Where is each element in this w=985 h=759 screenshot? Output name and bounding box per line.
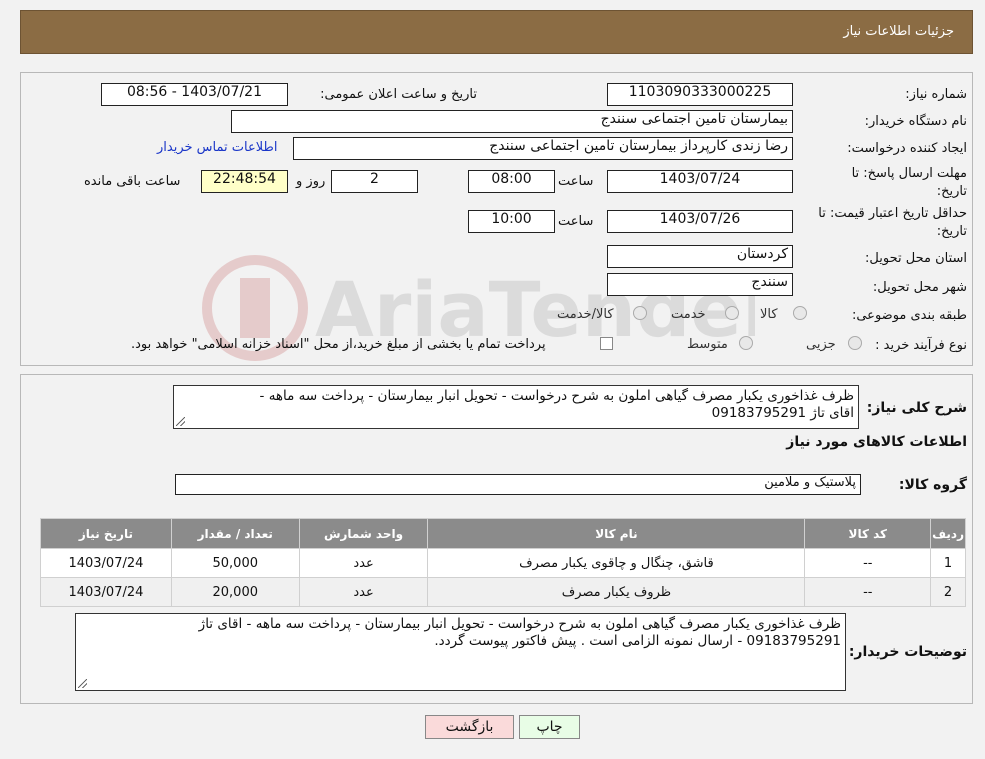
- column-header-need-date: تاریخ نیاز: [40, 518, 172, 549]
- goods-group-label: گروه کالا:: [898, 477, 967, 493]
- page-header: جزئیات اطلاعات نیاز: [20, 10, 973, 54]
- process-radio-medium[interactable]: [739, 336, 753, 350]
- creator-label: ایجاد کننده درخواست:: [847, 141, 967, 156]
- back-button[interactable]: بازگشت: [425, 715, 514, 739]
- process-option-partial: جزیی: [806, 337, 836, 352]
- days-word: روز و: [296, 174, 326, 189]
- process-type-label: نوع فرآیند خرید :: [875, 338, 967, 353]
- need-number-field: 1103090333000225: [607, 83, 793, 106]
- buyer-org-field: بیمارستان تامین اجتماعی سنندج: [231, 110, 793, 133]
- remaining-time-field: 22:48:54: [201, 170, 288, 193]
- deadline-label: مهلت ارسال پاسخ: تا: [851, 166, 967, 181]
- cell-need-date: 1403/07/24: [40, 577, 172, 607]
- page-title: جزئیات اطلاعات نیاز: [843, 24, 954, 39]
- buyer-notes-label: توضیحات خریدار:: [848, 644, 967, 660]
- buyer-org-label: نام دستگاه خریدار:: [864, 114, 967, 129]
- cell-row-number: 1: [930, 548, 966, 578]
- goods-table: ردیف کد کالا نام کالا واحد شمارش تعداد /…: [40, 518, 966, 607]
- column-header-item-code: کد کالا: [804, 518, 932, 549]
- validity-time-word: ساعت: [558, 214, 594, 229]
- need-description-line-2: اقای تاژ 09183795291: [711, 405, 854, 421]
- buyer-notes-line-2: 09183795291 - ارسال نمونه الزامی است . پ…: [434, 633, 841, 649]
- cell-quantity: 50,000: [170, 548, 300, 578]
- creator-field: رضا زندی کارپرداز بیمارستان تامین اجتماع…: [293, 137, 793, 160]
- process-option-medium: متوسط: [687, 337, 728, 352]
- table-header-row: ردیف کد کالا نام کالا واحد شمارش تعداد /…: [40, 518, 966, 549]
- need-description-line-1: ظرف غذاخوری یکبار مصرف گیاهی املون به شر…: [259, 388, 854, 404]
- cell-quantity: 20,000: [170, 577, 300, 607]
- cell-need-date: 1403/07/24: [40, 548, 172, 578]
- validity-date-field: 1403/07/26: [607, 210, 793, 233]
- need-number-label: شماره نیاز:: [905, 87, 967, 102]
- process-radio-partial[interactable]: [848, 336, 862, 350]
- category-radio-goods-service[interactable]: [633, 306, 647, 320]
- cell-unit: عدد: [298, 548, 429, 578]
- column-header-row-number: ردیف: [930, 518, 966, 549]
- cell-item-code: --: [804, 577, 932, 607]
- buyer-notes-line-1: ظرف غذاخوری یکبار مصرف گیاهی املون به شر…: [198, 616, 841, 632]
- description-resize-handle[interactable]: [176, 417, 185, 426]
- announce-datetime-label: تاریخ و ساعت اعلان عمومی:: [320, 87, 477, 102]
- buyer-notes-field: ظرف غذاخوری یکبار مصرف گیاهی املون به شر…: [75, 613, 846, 691]
- category-option-service: خدمت: [671, 307, 706, 322]
- column-header-item-name: نام کالا: [427, 518, 806, 549]
- column-header-unit: واحد شمارش: [298, 518, 429, 549]
- cell-row-number: 2: [930, 577, 966, 607]
- category-option-goods-service: کالا/خدمت: [557, 307, 614, 322]
- city-label: شهر محل تحویل:: [872, 280, 967, 295]
- days-remaining-field: 2: [331, 170, 418, 193]
- cell-item-name: قاشق، چنگال و چاقوی یکبار مصرف: [427, 548, 806, 578]
- cell-item-code: --: [804, 548, 932, 578]
- category-radio-goods[interactable]: [793, 306, 807, 320]
- deadline-time-field: 08:00: [468, 170, 555, 193]
- print-button[interactable]: چاپ: [519, 715, 580, 739]
- deadline-date-field: 1403/07/24: [607, 170, 793, 193]
- table-row: 2 -- ظروف یکبار مصرف عدد 20,000 1403/07/…: [40, 577, 966, 607]
- deadline-label-date: تاریخ:: [936, 184, 967, 199]
- cell-unit: عدد: [298, 577, 429, 607]
- validity-label: حداقل تاریخ اعتبار قیمت: تا: [818, 206, 967, 221]
- category-option-goods: کالا: [760, 307, 778, 322]
- remaining-time-word: ساعت باقی مانده: [84, 174, 181, 189]
- validity-label-date: تاریخ:: [936, 224, 967, 239]
- goods-info-title: اطلاعات کالاهای مورد نیاز: [786, 434, 967, 450]
- announce-datetime-field: 1403/07/21 - 08:56: [101, 83, 288, 106]
- treasury-payment-checkbox[interactable]: [600, 337, 613, 350]
- cell-item-name: ظروف یکبار مصرف: [427, 577, 806, 607]
- validity-time-field: 10:00: [468, 210, 555, 233]
- need-description-field: ظرف غذاخوری یکبار مصرف گیاهی املون به شر…: [173, 385, 859, 429]
- treasury-payment-note: پرداخت تمام یا بخشی از مبلغ خرید،از محل …: [131, 337, 546, 352]
- province-field: کردستان: [607, 245, 793, 268]
- buyer-contact-link[interactable]: اطلاعات تماس خریدار: [157, 140, 277, 155]
- category-label: طبقه بندی موضوعی:: [851, 308, 967, 323]
- notes-resize-handle[interactable]: [78, 679, 87, 688]
- table-row: 1 -- قاشق، چنگال و چاقوی یکبار مصرف عدد …: [40, 548, 966, 578]
- deadline-time-word: ساعت: [558, 174, 594, 189]
- province-label: استان محل تحویل:: [865, 251, 967, 266]
- city-field: سنندج: [607, 273, 793, 296]
- goods-group-field: پلاستیک و ملامین: [175, 474, 861, 495]
- need-description-label: شرح کلی نیاز:: [866, 400, 967, 416]
- column-header-quantity: تعداد / مقدار: [170, 518, 300, 549]
- category-radio-service[interactable]: [725, 306, 739, 320]
